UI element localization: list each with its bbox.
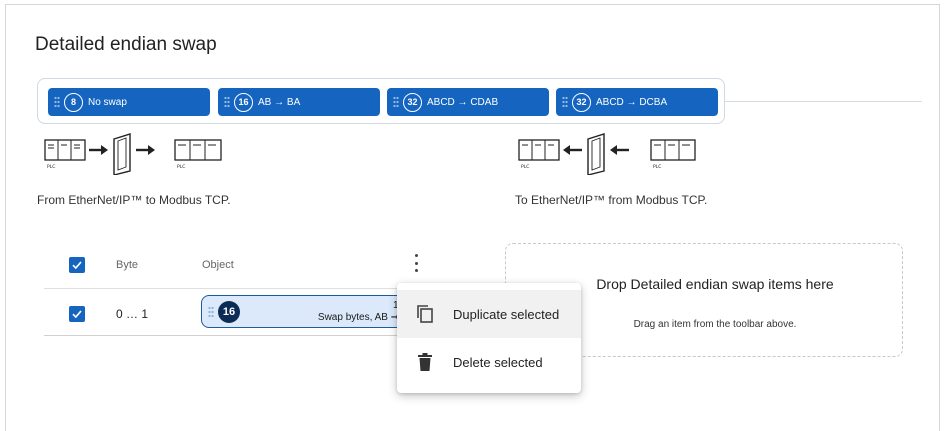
- byte-range: 0 … 1: [116, 307, 149, 321]
- column-header-byte: Byte: [116, 259, 139, 271]
- menu-item-label: Delete selected: [453, 354, 543, 370]
- drag-handle-icon[interactable]: [208, 305, 214, 318]
- plc-icon: PLC: [44, 139, 86, 170]
- toolbar-item-label: ABCD → DCBA: [596, 96, 668, 108]
- toolbar-item-label: AB → BA: [258, 96, 301, 108]
- page-title: Detailed endian swap: [35, 34, 217, 55]
- plc-icon: PLC: [518, 139, 560, 170]
- size-badge: 32: [403, 92, 422, 112]
- svg-text:PLC: PLC: [653, 164, 661, 170]
- toolbar-item-label: No swap: [88, 96, 127, 108]
- size-badge: 16: [234, 92, 253, 112]
- right-caption: To EtherNet/IP™ from Modbus TCP.: [515, 193, 708, 207]
- drag-handle-icon[interactable]: [54, 96, 60, 108]
- plc-icon: PLC: [650, 139, 696, 170]
- check-icon: [72, 310, 82, 319]
- plc-icon: PLC: [174, 139, 222, 170]
- size-badge: 16: [218, 300, 240, 323]
- table-header: Byte Object: [44, 243, 434, 289]
- svg-text:PLC: PLC: [47, 164, 55, 170]
- row-checkbox[interactable]: [69, 306, 85, 322]
- select-all-checkbox[interactable]: [69, 257, 85, 273]
- copy-icon: [417, 305, 433, 323]
- menu-item-delete[interactable]: Delete selected: [397, 338, 581, 386]
- left-caption: From EtherNet/IP™ to Modbus TCP.: [37, 193, 231, 207]
- right-flow-diagram: PLC PLC: [518, 133, 696, 175]
- drag-handle-icon[interactable]: [224, 96, 230, 108]
- toolbar-item-label: ABCD → CDAB: [427, 96, 499, 108]
- check-icon: [72, 261, 82, 270]
- toolbar-item-swap-32-dcba[interactable]: 32 ABCD → DCBA: [556, 88, 718, 116]
- menu-item-label: Duplicate selected: [453, 306, 560, 322]
- gateway-icon: [113, 133, 131, 175]
- column-header-object: Object: [202, 259, 234, 271]
- arrow-left-icon: [563, 145, 582, 155]
- svg-text:PLC: PLC: [177, 164, 185, 170]
- divider: [725, 101, 922, 102]
- more-options-icon[interactable]: [413, 254, 419, 272]
- toolbar-item-swap-32-cdab[interactable]: 32 ABCD → CDAB: [387, 88, 549, 116]
- size-badge: 8: [64, 92, 83, 112]
- toolbar-item-swap-16[interactable]: 16 AB → BA: [218, 88, 380, 116]
- left-flow-diagram: PLC PLC: [44, 133, 222, 175]
- gateway-icon: [587, 133, 605, 175]
- drag-handle-icon[interactable]: [562, 96, 568, 108]
- toolbar-item-no-swap[interactable]: 8 No swap: [48, 88, 210, 116]
- arrow-right-icon: [89, 145, 108, 155]
- drag-handle-icon[interactable]: [393, 96, 399, 108]
- trash-icon: [418, 353, 432, 371]
- context-menu: Duplicate selected Delete selected: [397, 283, 581, 393]
- svg-text:PLC: PLC: [521, 164, 529, 170]
- arrow-left-icon: [610, 145, 629, 155]
- arrow-right-icon: [136, 145, 155, 155]
- swap-toolbar: 8 No swap 16 AB → BA 32 ABCD → CDAB 32 A…: [37, 78, 725, 124]
- size-badge: 32: [572, 92, 591, 112]
- menu-item-duplicate[interactable]: Duplicate selected: [397, 290, 581, 338]
